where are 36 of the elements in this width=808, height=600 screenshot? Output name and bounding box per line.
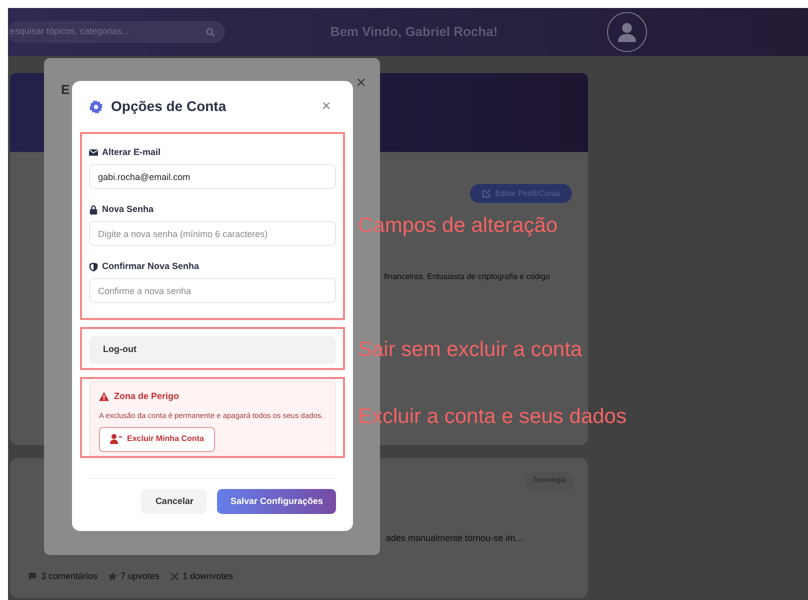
modal-title: E — [61, 81, 70, 99]
annotation-label: Excluir a conta e seus dados — [358, 406, 626, 427]
warning-icon — [99, 392, 109, 402]
cancel-button[interactable]: Cancelar — [141, 489, 208, 514]
annotation-label: Sair sem excluir a conta — [358, 339, 582, 360]
close-button[interactable]: × — [322, 98, 331, 114]
x-icon — [170, 572, 179, 582]
edit-icon — [482, 189, 492, 198]
envelope-icon — [89, 148, 98, 158]
search-icon — [206, 28, 215, 36]
field-label: Confirmar Nova Senha — [102, 260, 200, 274]
shield-icon — [89, 262, 98, 272]
user-icon — [618, 22, 636, 42]
bio-text: financeiras. Entusiasta de criptografia e código — [384, 271, 551, 283]
user-minus-icon — [110, 434, 122, 444]
star-icon — [108, 572, 117, 582]
save-button[interactable]: Salvar Configurações — [217, 489, 336, 514]
logout-button[interactable]: Log-out — [89, 336, 336, 364]
input-field[interactable]: Digite a nova senha (mínimo 6 caracteres) — [89, 221, 336, 246]
input-field[interactable]: gabi.rocha@email.com — [89, 164, 336, 189]
danger-zone-title: Zona de Perigo — [114, 390, 180, 403]
delete-account-button[interactable]: Excluir Minha Conta — [99, 426, 215, 452]
field-label: Alterar E-mail — [102, 146, 161, 160]
stat-label: 3 comentários — [41, 570, 98, 583]
lock-icon — [89, 205, 98, 215]
close-button[interactable]: × — [356, 74, 366, 91]
field-label: Nova Senha — [102, 203, 154, 216]
stat-label: 1 downvotes — [182, 570, 234, 583]
post-excerpt: ades manualmente tornou-se im... — [386, 532, 524, 544]
user-avatar[interactable] — [607, 12, 647, 52]
input-field[interactable]: Confirme a nova senha — [89, 278, 336, 303]
annotation-label: Campos de alteração — [358, 215, 558, 236]
modal-title: Opções de Conta — [111, 97, 226, 116]
stat-label: 7 upvotes — [120, 570, 160, 583]
settings-icon — [89, 100, 103, 114]
comment-icon — [28, 572, 37, 582]
